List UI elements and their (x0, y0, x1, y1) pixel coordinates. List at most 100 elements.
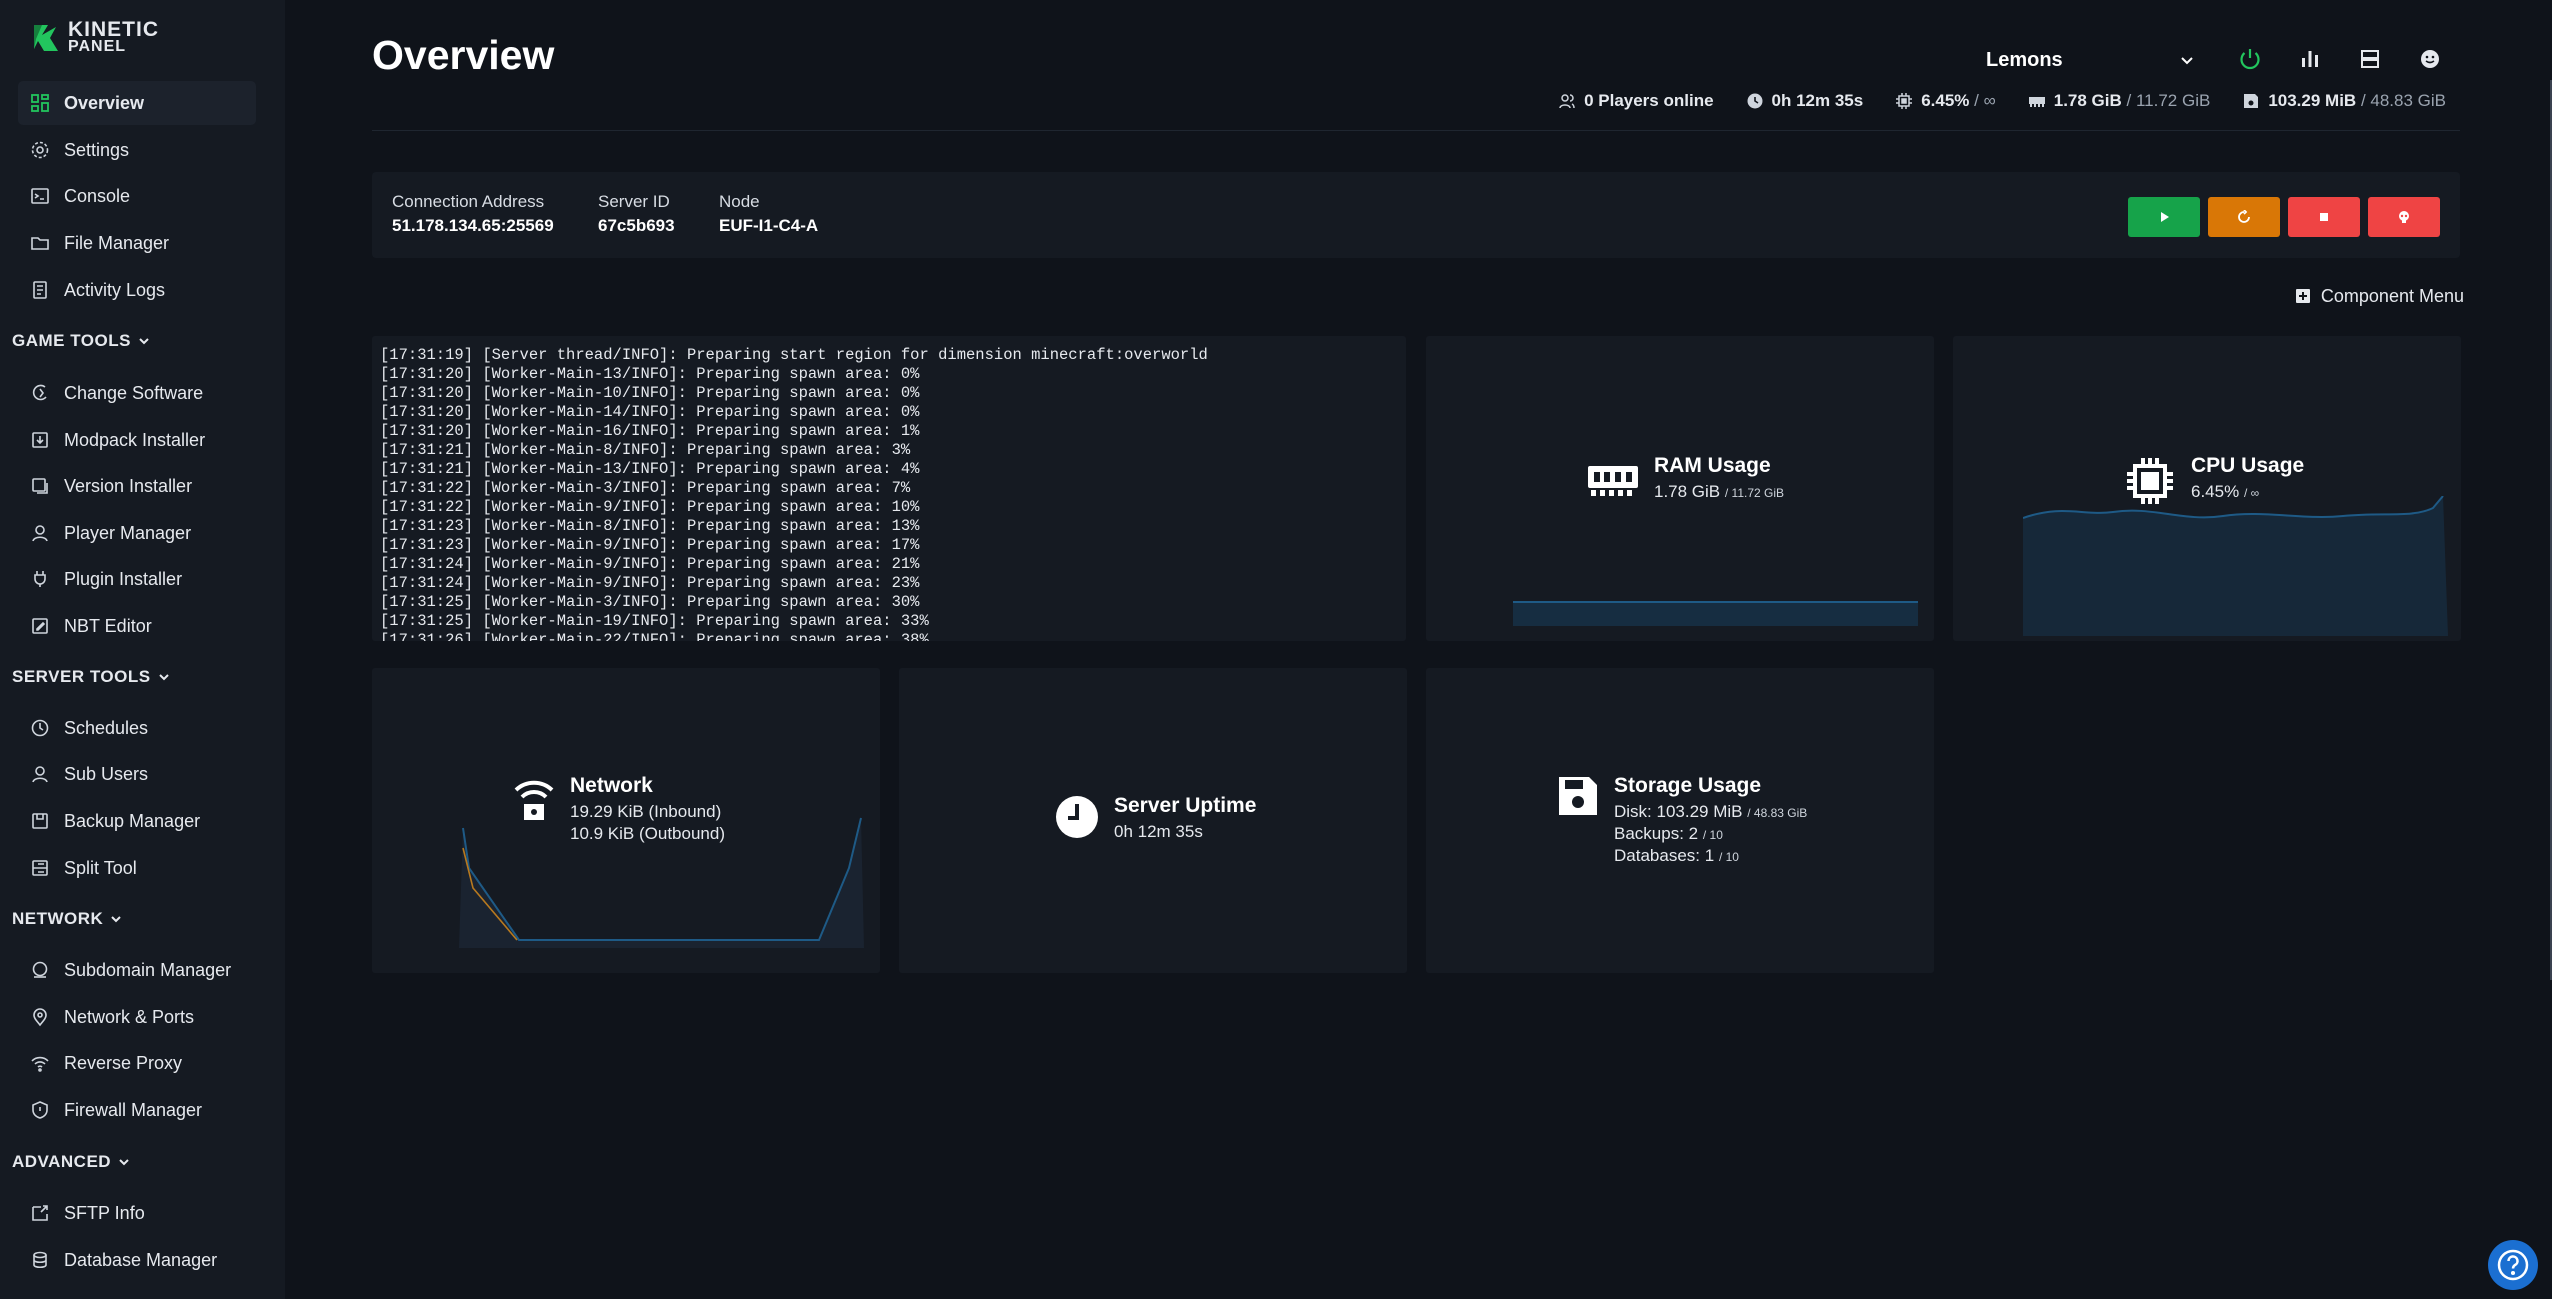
component-menu-button[interactable]: Component Menu (2295, 284, 2464, 308)
console-line: [17:31:20] [Worker-Main-13/INFO]: Prepar… (380, 365, 920, 383)
sidebar-item-sub-users[interactable]: Sub Users (18, 752, 256, 796)
help-icon (2497, 1249, 2529, 1281)
disk-stat: 103.29 MiB / 48.83 GiB (2242, 91, 2446, 111)
server-uptime-card[interactable]: Server Uptime 0h 12m 35s (899, 668, 1407, 973)
sidebar-item-schedules[interactable]: Schedules (18, 706, 256, 750)
section-game-tools[interactable]: GAME TOOLS (12, 328, 151, 354)
network-card-title: Network (570, 774, 653, 797)
server-id-value[interactable]: 67c5b693 (598, 216, 675, 236)
section-advanced[interactable]: ADVANCED (12, 1149, 131, 1175)
sidebar-item-label: Firewall Manager (64, 1099, 203, 1120)
sidebar-item-reverse-proxy[interactable]: Reverse Proxy (18, 1041, 256, 1085)
sidebar-item-file-manager[interactable]: File Manager (18, 221, 256, 265)
console-output[interactable]: [17:31:19] [Server thread/INFO]: Prepari… (372, 336, 1406, 641)
chevron-down-icon (158, 674, 169, 681)
restart-button[interactable] (2208, 197, 2280, 237)
uptime-value: 0h 12m 35s (1771, 91, 1864, 110)
sidebar-item-modpack-installer[interactable]: Modpack Installer (18, 418, 256, 462)
section-network[interactable]: NETWORK (12, 906, 123, 932)
storage-backups-value: 2 (1688, 824, 1699, 843)
server-info-panel: Connection Address 51.178.134.65:25569 S… (372, 172, 2460, 258)
connection-address-value[interactable]: 51.178.134.65:25569 (392, 216, 554, 236)
sidebar-item-label: Split Tool (64, 857, 137, 878)
sidebar-item-console[interactable]: Console (18, 174, 256, 218)
sidebar-item-network-ports[interactable]: Network & Ports (18, 995, 256, 1039)
sidebar-item-version-installer[interactable]: Version Installer (18, 464, 256, 508)
sidebar-item-plugin-installer[interactable]: Plugin Installer (18, 557, 256, 601)
sidebar-item-player-manager[interactable]: Player Manager (18, 511, 256, 555)
cpu-icon (2127, 458, 2173, 504)
kill-button[interactable] (2368, 197, 2440, 237)
sidebar-item-activity-logs[interactable]: Activity Logs (18, 268, 256, 312)
console-line: [17:31:26] [Worker-Main-22/INFO]: Prepar… (380, 631, 929, 641)
gear-icon (31, 141, 49, 159)
power-icon (2240, 49, 2260, 70)
sidebar-item-label: Schedules (64, 717, 149, 738)
power-status-button[interactable] (2237, 46, 2263, 72)
stop-icon (2320, 213, 2328, 221)
kinetic-logo[interactable]: KINETIC PANEL (28, 18, 159, 56)
sidebar-item-subdomain-manager[interactable]: Subdomain Manager (18, 948, 256, 992)
log-icon (33, 281, 47, 299)
stats-button[interactable] (2297, 46, 2323, 72)
sidebar-item-backup-manager[interactable]: Backup Manager (18, 799, 256, 843)
sidebar-item-label: Reverse Proxy (64, 1052, 183, 1073)
console-line: [17:31:21] [Worker-Main-8/INFO]: Prepari… (380, 441, 911, 459)
user-icon (32, 525, 48, 542)
server-name: Lemons (1986, 48, 2063, 71)
cpu-card-title: CPU Usage (2191, 454, 2305, 477)
storage-databases-value: 1 (1704, 846, 1715, 865)
cpu-usage-card[interactable]: CPU Usage 6.45% / ∞ (1953, 336, 2461, 641)
sidebar-item-label: Subdomain Manager (64, 959, 232, 980)
sidebar-item-settings[interactable]: Settings (18, 128, 256, 172)
plus-box-icon (2295, 289, 2310, 303)
console-line: [17:31:20] [Worker-Main-10/INFO]: Prepar… (380, 384, 920, 402)
sidebar-item-overview[interactable]: Overview (18, 81, 256, 125)
ram-usage-card[interactable]: RAM Usage 1.78 GiB / 11.72 GiB (1426, 336, 1934, 641)
chevron-down-icon (139, 338, 149, 345)
section-server-tools[interactable]: SERVER TOOLS (12, 664, 171, 690)
save-icon (1559, 777, 1597, 815)
sidebar-item-nbt-editor[interactable]: NBT Editor (18, 604, 256, 648)
help-button[interactable] (2488, 1240, 2538, 1290)
console-line: [17:31:20] [Worker-Main-16/INFO]: Prepar… (380, 422, 920, 440)
account-button[interactable] (2417, 46, 2443, 72)
sidebar-item-sftp-info[interactable]: SFTP Info (18, 1191, 256, 1235)
memory-icon (1588, 466, 1638, 496)
server-select[interactable]: Lemons (1986, 44, 2196, 76)
console-line: [17:31:22] [Worker-Main-3/INFO]: Prepari… (380, 479, 911, 497)
players-online: 0 Players online (1584, 91, 1714, 110)
stop-button[interactable] (2288, 197, 2360, 237)
grid-icon (31, 94, 49, 112)
wifi-icon (31, 1056, 49, 1072)
sidebar-item-change-software[interactable]: Change Software (18, 371, 256, 415)
sidebar-item-firewall-manager[interactable]: Firewall Manager (18, 1088, 256, 1132)
memory-icon (2028, 97, 2045, 107)
network-card[interactable]: Network 19.29 KiB (Inbound) 10.9 KiB (Ou… (372, 668, 880, 973)
backup-icon (32, 813, 48, 829)
console-line: [17:31:23] [Worker-Main-8/INFO]: Prepari… (380, 517, 920, 535)
terminal-icon (31, 188, 49, 204)
database-icon (33, 1251, 47, 1269)
start-button[interactable] (2128, 197, 2200, 237)
version-icon (32, 478, 48, 494)
shield-icon (32, 1101, 48, 1119)
clock-icon (1747, 93, 1763, 109)
header-stats: 0 Players online 0h 12m 35s 6.45% / ∞ 1.… (1558, 89, 2446, 113)
sidebar-item-split-tool[interactable]: Split Tool (18, 846, 256, 890)
logo-line-1: KINETIC (68, 18, 159, 41)
restart-icon (2238, 210, 2250, 223)
node-value: EUF-I1-C4-A (719, 216, 819, 235)
sidebar-item-database-manager[interactable]: Database Manager (18, 1238, 256, 1282)
storage-usage-card[interactable]: Storage Usage Disk: 103.29 MiB / 48.83 G… (1426, 668, 1934, 973)
node: Node EUF-I1-C4-A (719, 192, 819, 235)
sidebar-item-label: Network & Ports (64, 1006, 195, 1027)
ram-card-value: 1.78 GiB (1654, 482, 1721, 501)
console-line: [17:31:25] [Worker-Main-3/INFO]: Prepari… (380, 593, 920, 611)
clock-icon (31, 719, 49, 737)
split-icon (32, 860, 48, 876)
server-list-button[interactable] (2357, 46, 2383, 72)
sidebar-item-label: Version Installer (64, 475, 193, 496)
folder-icon (31, 237, 49, 250)
players-stat: 0 Players online (1558, 91, 1714, 111)
